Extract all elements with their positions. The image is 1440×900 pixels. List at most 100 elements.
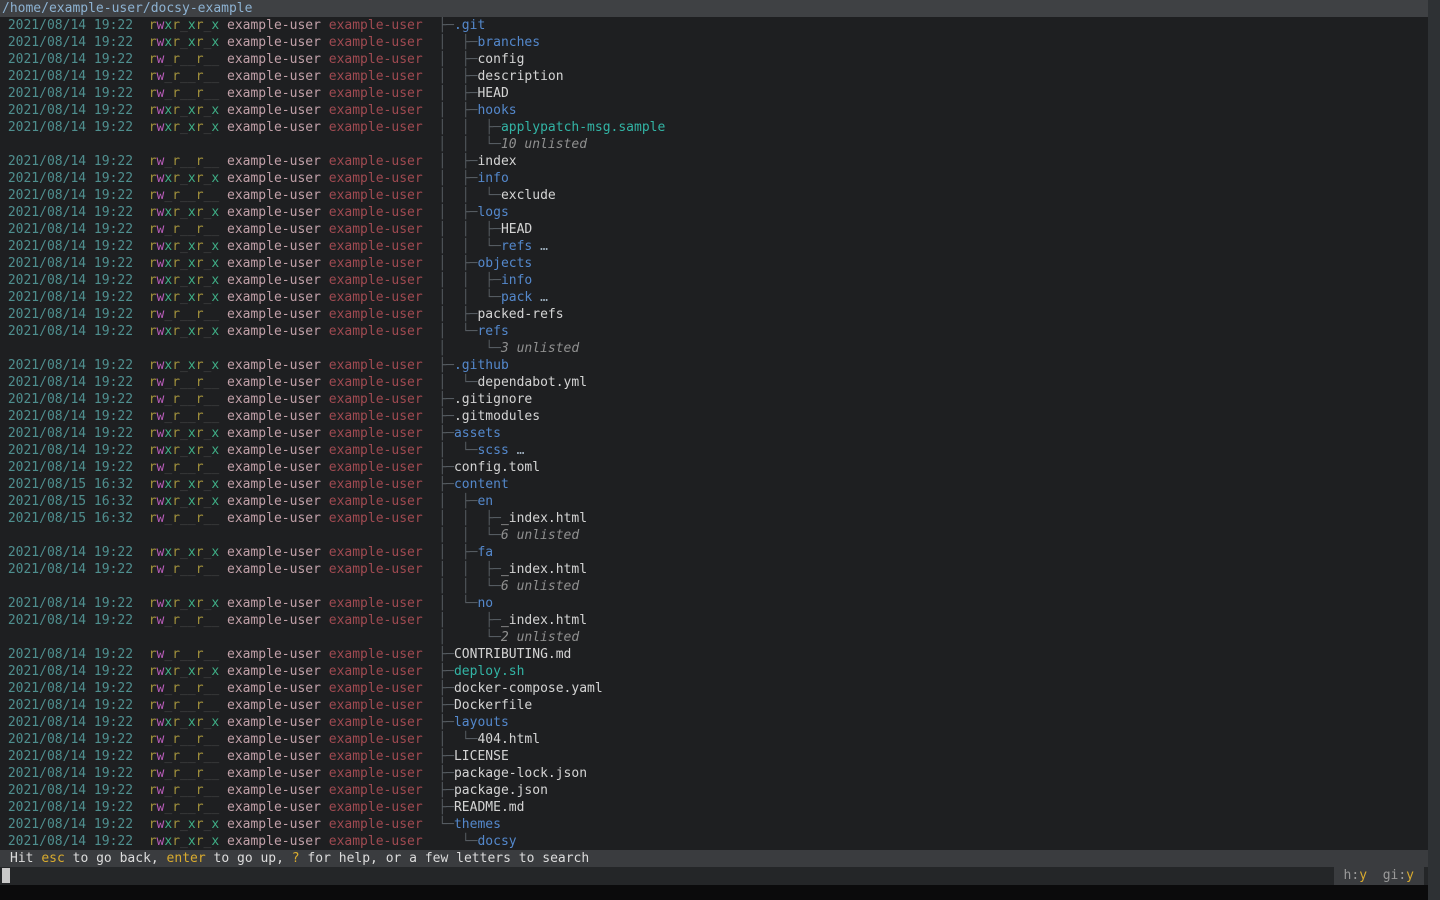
tree-row[interactable]: │ │ └─10 unlisted (0, 136, 1428, 153)
perm-char: _ (211, 511, 219, 526)
tree-row[interactable]: 2021/08/14 19:22 rwxr_xr_x example-user … (0, 204, 1428, 221)
tree-row[interactable]: 2021/08/14 19:22 rwxr_xr_x example-user … (0, 255, 1428, 272)
perm-char: _ (211, 613, 219, 628)
modified-datetime: 2021/08/14 19:22 (0, 171, 149, 186)
tree-row[interactable]: 2021/08/14 19:22 rw_r__r__ example-user … (0, 153, 1428, 170)
tree-row[interactable]: 2021/08/14 19:22 rwxr_xr_x example-user … (0, 816, 1428, 833)
tree-row[interactable]: 2021/08/14 19:22 rw_r__r__ example-user … (0, 782, 1428, 799)
perm-char: x (211, 103, 219, 118)
tree-row[interactable]: 2021/08/14 19:22 rwxr_xr_x example-user … (0, 289, 1428, 306)
tree-row[interactable]: 2021/08/14 19:22 rw_r__r__ example-user … (0, 306, 1428, 323)
tree-row[interactable]: 2021/08/14 19:22 rw_r__r__ example-user … (0, 68, 1428, 85)
tree-row[interactable]: 2021/08/14 19:22 rwxr_xr_x example-user … (0, 34, 1428, 51)
group: example-user (321, 120, 423, 135)
perm-char: r (196, 749, 204, 764)
perm-char: r (149, 647, 157, 662)
tree-row[interactable]: 2021/08/14 19:22 rw_r__r__ example-user … (0, 799, 1428, 816)
tree-row[interactable]: 2021/08/14 19:22 rwxr_xr_x example-user … (0, 595, 1428, 612)
tree-branch-lines: │ └─ (438, 324, 477, 339)
tree-row[interactable]: 2021/08/14 19:22 rwxr_xr_x example-user … (0, 238, 1428, 255)
search-input-line[interactable]: h:y gi:y (0, 867, 1428, 885)
perm-char: r (172, 290, 180, 305)
dir-name: refs (501, 239, 532, 254)
tree-row[interactable]: 2021/08/14 19:22 rw_r__r__ example-user … (0, 748, 1428, 765)
tree-row[interactable]: 2021/08/14 19:22 rw_r__r__ example-user … (0, 646, 1428, 663)
meta-blank (0, 137, 438, 152)
tree-row[interactable]: 2021/08/14 19:22 rwxr_xr_x example-user … (0, 119, 1428, 136)
file-name: config.toml (454, 460, 540, 475)
perm-char: x (211, 324, 219, 339)
perm-char: x (211, 545, 219, 560)
tree-row[interactable]: 2021/08/14 19:22 rw_r__r__ example-user … (0, 459, 1428, 476)
tree-row[interactable]: 2021/08/14 19:22 rwxr_xr_x example-user … (0, 425, 1428, 442)
tree-branch-lines: │ │ ├─ (438, 273, 501, 288)
tree-branch-lines: │ │ └─ (438, 188, 501, 203)
tree-row[interactable]: 2021/08/14 19:22 rw_r__r__ example-user … (0, 697, 1428, 714)
tree-row[interactable]: 2021/08/14 19:22 rw_r__r__ example-user … (0, 391, 1428, 408)
tree-row[interactable]: 2021/08/14 19:22 rwxr_xr_x example-user … (0, 442, 1428, 459)
tree-branch-lines: │ ├─ (438, 86, 477, 101)
perm-char: _ (180, 647, 188, 662)
tree-row[interactable]: 2021/08/14 19:22 rw_r__r__ example-user … (0, 680, 1428, 697)
tree-row[interactable]: │ │ └─6 unlisted (0, 578, 1428, 595)
tree-row[interactable]: 2021/08/14 19:22 rw_r__r__ example-user … (0, 374, 1428, 391)
owner: example-user (219, 664, 321, 679)
tree-row[interactable]: │ └─2 unlisted (0, 629, 1428, 646)
tree-row[interactable]: 2021/08/14 19:22 rwxr_xr_x example-user … (0, 663, 1428, 680)
owner: example-user (219, 392, 321, 407)
tree-branch-lines: │ └─ (438, 443, 477, 458)
group: example-user (321, 443, 423, 458)
perm-char: _ (188, 647, 196, 662)
perm-char: r (172, 477, 180, 492)
meta-gap (423, 749, 439, 764)
status-bar: Hit esc to go back, enter to go up, ? fo… (0, 850, 1428, 867)
tree-branch-lines: ├─ (438, 426, 454, 441)
perm-char: r (196, 494, 204, 509)
group: example-user (321, 749, 423, 764)
owner: example-user (219, 222, 321, 237)
meta-gap (423, 834, 439, 849)
tree-row[interactable]: 2021/08/14 19:22 rwxr_xr_x example-user … (0, 544, 1428, 561)
tree-row[interactable]: 2021/08/14 19:22 rw_r__r__ example-user … (0, 765, 1428, 782)
tree-row[interactable]: 2021/08/14 19:22 rw_r__r__ example-user … (0, 612, 1428, 629)
tree-row[interactable]: 2021/08/15 16:32 rwxr_xr_x example-user … (0, 476, 1428, 493)
tree-row[interactable]: │ └─3 unlisted (0, 340, 1428, 357)
tree-row[interactable]: 2021/08/14 19:22 rwxr_xr_x example-user … (0, 323, 1428, 340)
perm-char: r (196, 477, 204, 492)
modified-datetime: 2021/08/14 19:22 (0, 460, 149, 475)
tree-row[interactable]: 2021/08/15 16:32 rw_r__r__ example-user … (0, 510, 1428, 527)
tree-row[interactable]: 2021/08/14 19:22 rw_r__r__ example-user … (0, 85, 1428, 102)
tree-row[interactable]: 2021/08/14 19:22 rw_r__r__ example-user … (0, 408, 1428, 425)
tree-row[interactable]: 2021/08/14 19:22 rwxr_xr_x example-user … (0, 714, 1428, 731)
tree-row[interactable]: 2021/08/14 19:22 rwxr_xr_x example-user … (0, 102, 1428, 119)
meta-gap (423, 69, 439, 84)
perm-char: _ (211, 562, 219, 577)
tree-row[interactable]: 2021/08/14 19:22 rwxr_xr_x example-user … (0, 833, 1428, 850)
perm-char: _ (180, 154, 188, 169)
tree-row[interactable]: 2021/08/14 19:22 rwxr_xr_x example-user … (0, 272, 1428, 289)
tree-row[interactable]: 2021/08/14 19:22 rwxr_xr_x example-user … (0, 357, 1428, 374)
permissions: rw_r__r__ (149, 375, 219, 390)
tree-row[interactable]: 2021/08/15 16:32 rwxr_xr_x example-user … (0, 493, 1428, 510)
flag-label: h: (1344, 868, 1360, 883)
perm-char: r (172, 681, 180, 696)
tree-row[interactable]: 2021/08/14 19:22 rw_r__r__ example-user … (0, 51, 1428, 68)
tree-branch-lines: │ ├─ (438, 205, 477, 220)
permissions: rw_r__r__ (149, 613, 219, 628)
tree-row[interactable]: 2021/08/14 19:22 rwxr_xr_x example-user … (0, 170, 1428, 187)
tree-row[interactable]: 2021/08/14 19:22 rw_r__r__ example-user … (0, 561, 1428, 578)
modified-datetime: 2021/08/15 16:32 (0, 477, 149, 492)
perm-char: _ (188, 409, 196, 424)
permissions: rwxr_xr_x (149, 35, 219, 50)
perm-char: r (149, 698, 157, 713)
permissions: rwxr_xr_x (149, 443, 219, 458)
tree-row[interactable]: │ │ └─6 unlisted (0, 527, 1428, 544)
perm-char: r (172, 664, 180, 679)
meta-gap (423, 409, 439, 424)
tree-row[interactable]: 2021/08/14 19:22 rwxr_xr_x example-user … (0, 17, 1428, 34)
perm-char: _ (211, 409, 219, 424)
tree-row[interactable]: 2021/08/14 19:22 rw_r__r__ example-user … (0, 731, 1428, 748)
tree-row[interactable]: 2021/08/14 19:22 rw_r__r__ example-user … (0, 221, 1428, 238)
tree-row[interactable]: 2021/08/14 19:22 rw_r__r__ example-user … (0, 187, 1428, 204)
group: example-user (321, 188, 423, 203)
